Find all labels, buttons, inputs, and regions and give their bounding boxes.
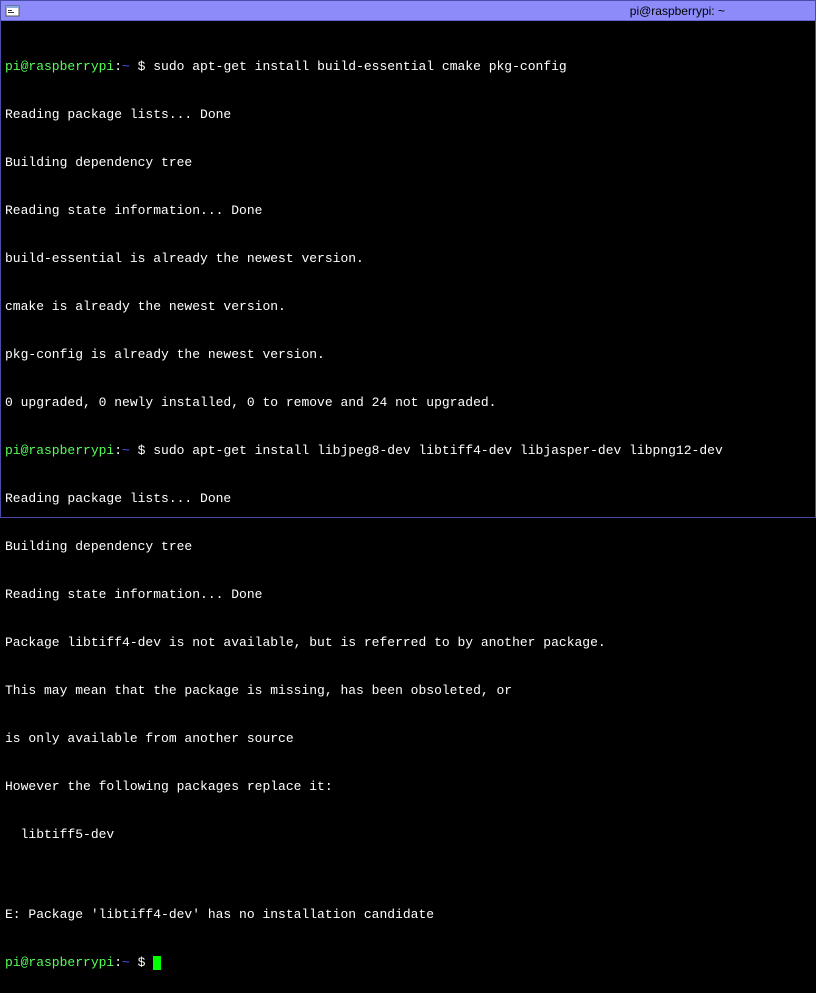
output-line: pkg-config is already the newest version… <box>5 347 811 363</box>
prompt-symbol: $ <box>130 59 153 74</box>
cursor <box>153 956 161 970</box>
output-line: Reading package lists... Done <box>5 107 811 123</box>
output-line: This may mean that the package is missin… <box>5 683 811 699</box>
prompt-sep: : <box>114 955 122 970</box>
output-line: cmake is already the newest version. <box>5 299 811 315</box>
prompt-path: ~ <box>122 59 130 74</box>
prompt-sep: : <box>114 59 122 74</box>
prompt-path: ~ <box>122 443 130 458</box>
prompt-userhost: pi@raspberrypi <box>5 955 114 970</box>
output-line: However the following packages replace i… <box>5 779 811 795</box>
prompt-path: ~ <box>122 955 130 970</box>
prompt-sep: : <box>114 443 122 458</box>
output-line: libtiff5-dev <box>5 827 811 843</box>
titlebar[interactable]: pi@raspberrypi: ~ <box>1 1 815 21</box>
prompt-line: pi@raspberrypi:~ $ sudo apt-get install … <box>5 59 811 75</box>
terminal-area[interactable]: pi@raspberrypi:~ $ sudo apt-get install … <box>1 21 815 993</box>
prompt-symbol: $ <box>130 443 153 458</box>
output-line: is only available from another source <box>5 731 811 747</box>
output-line: build-essential is already the newest ve… <box>5 251 811 267</box>
output-line: Reading state information... Done <box>5 587 811 603</box>
prompt-line: pi@raspberrypi:~ $ sudo apt-get install … <box>5 443 811 459</box>
command-text: sudo apt-get install libjpeg8-dev libtif… <box>153 443 723 458</box>
prompt-line: pi@raspberrypi:~ $ <box>5 955 811 971</box>
terminal-icon <box>5 3 21 19</box>
prompt-symbol: $ <box>130 955 153 970</box>
window-title: pi@raspberrypi: ~ <box>630 4 725 18</box>
output-line: Building dependency tree <box>5 539 811 555</box>
output-line: 0 upgraded, 0 newly installed, 0 to remo… <box>5 395 811 411</box>
command-text: sudo apt-get install build-essential cma… <box>153 59 566 74</box>
output-line: Package libtiff4-dev is not available, b… <box>5 635 811 651</box>
prompt-userhost: pi@raspberrypi <box>5 443 114 458</box>
output-line: Reading package lists... Done <box>5 491 811 507</box>
output-line: Reading state information... Done <box>5 203 811 219</box>
output-line: E: Package 'libtiff4-dev' has no install… <box>5 907 811 923</box>
output-line: Building dependency tree <box>5 155 811 171</box>
prompt-userhost: pi@raspberrypi <box>5 59 114 74</box>
